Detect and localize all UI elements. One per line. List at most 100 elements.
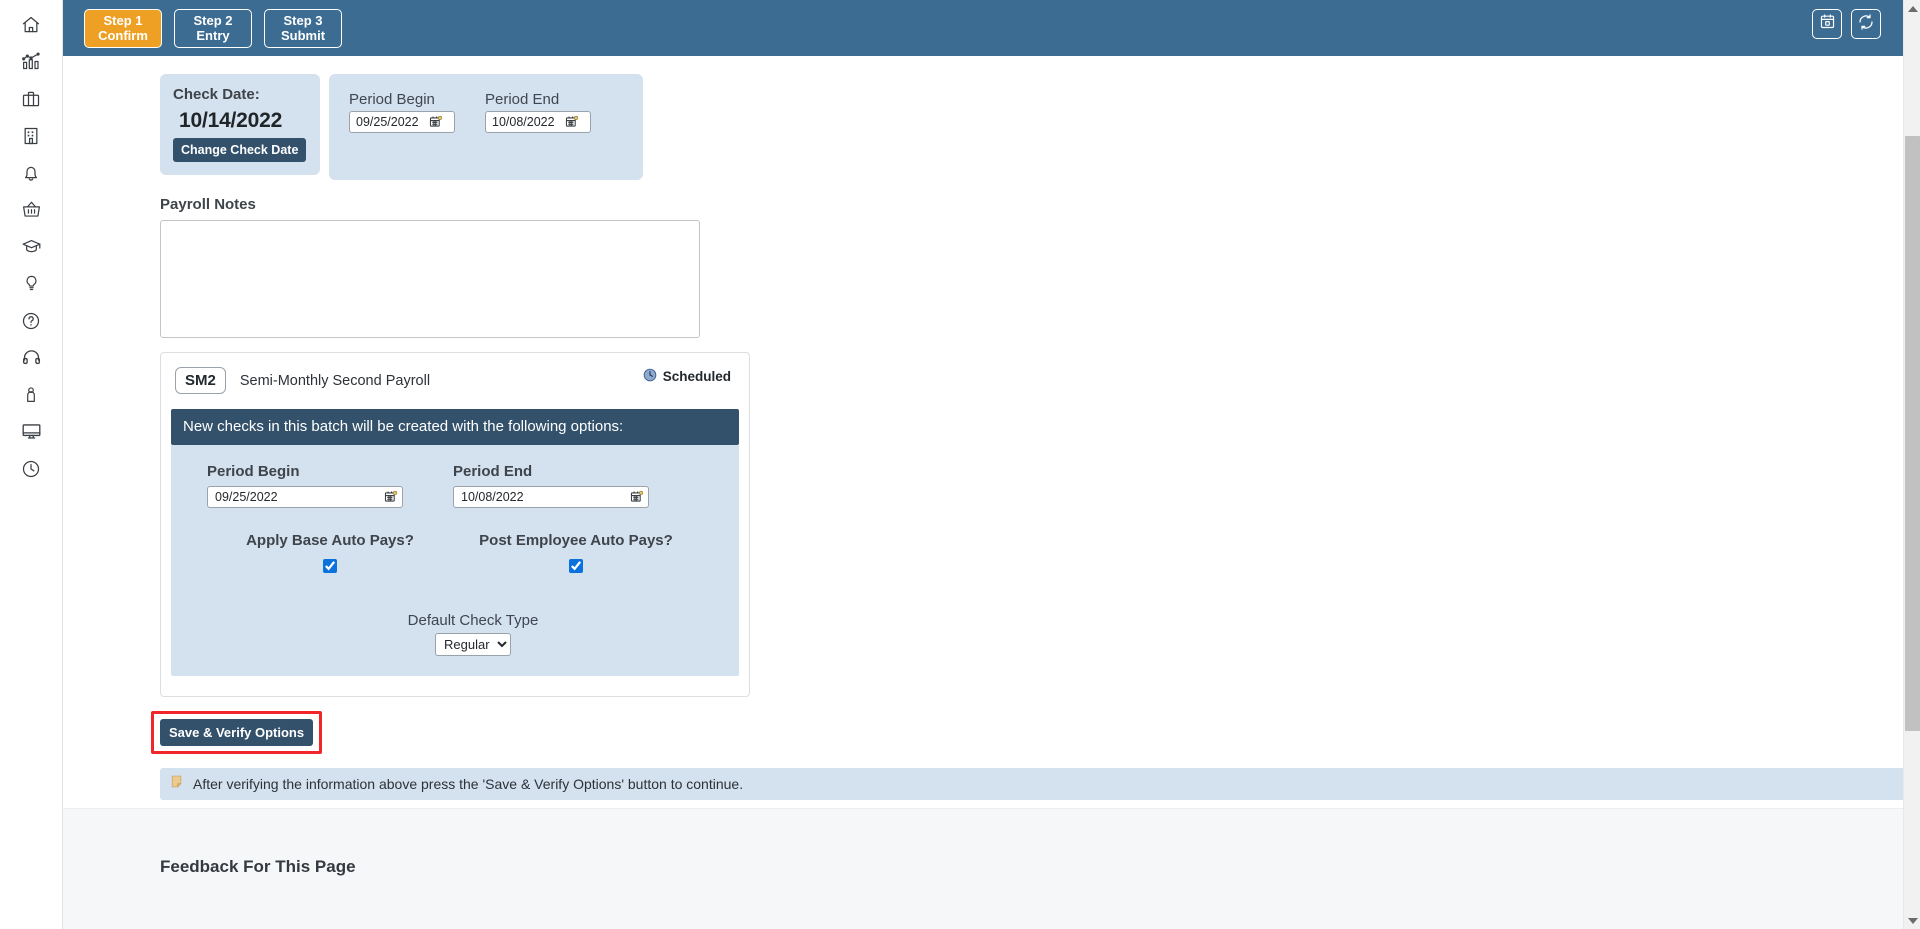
note-icon	[170, 774, 183, 794]
post-employee-autopay-label: Post Employee Auto Pays?	[479, 532, 673, 549]
basket-icon	[21, 199, 42, 220]
batch-period-row: Period Begin 09/25/2022 Period End 10/08…	[171, 463, 739, 508]
refresh-button[interactable]	[1851, 9, 1881, 39]
period-end-input-wrap[interactable]	[485, 111, 591, 133]
sidebar-item-company[interactable]	[0, 117, 63, 154]
main-content: Step 1 Confirm Step 2 Entry Step 3 Submi…	[63, 0, 1903, 929]
batch-period-begin-label: Period Begin	[207, 463, 300, 480]
batch-period-begin-calendar-icon[interactable]	[383, 489, 399, 505]
sidebar-item-desktop[interactable]	[0, 413, 63, 450]
batch-period-end-group: Period End	[453, 463, 699, 508]
tab-step-2-entry[interactable]: Step 2 Entry	[174, 8, 252, 48]
sidebar-item-time[interactable]	[0, 450, 63, 487]
lightbulb-icon	[22, 274, 41, 293]
default-check-type-group: Default Check Type Regular	[171, 612, 739, 656]
sidebar-item-marketplace[interactable]	[0, 191, 63, 228]
batch-code-badge: SM2	[175, 367, 226, 394]
period-begin-label: Period Begin	[349, 91, 435, 108]
step-navigation-bar: Step 1 Confirm Step 2 Entry Step 3 Submi…	[63, 0, 1903, 56]
batch-header: SM2 Semi-Monthly Second Payroll Schedule…	[161, 367, 749, 394]
apply-base-autopay-checkbox[interactable]	[323, 559, 337, 573]
apply-base-autopay-label: Apply Base Auto Pays?	[246, 532, 414, 549]
apply-base-autopay-group: Apply Base Auto Pays?	[207, 532, 453, 578]
default-check-type-select[interactable]: Regular	[435, 633, 511, 656]
clock-icon	[643, 368, 657, 385]
home-icon	[21, 15, 41, 35]
batch-period-begin-input[interactable]	[213, 489, 381, 505]
left-icon-rail	[0, 0, 63, 929]
sidebar-item-help[interactable]	[0, 302, 63, 339]
scrollbar-thumb[interactable]	[1905, 136, 1920, 731]
post-employee-autopay-checkbox[interactable]	[569, 559, 583, 573]
period-begin-input[interactable]	[354, 114, 428, 130]
bell-icon	[21, 163, 41, 183]
payroll-notes-textarea[interactable]	[160, 220, 700, 338]
status-badge-text: Scheduled	[662, 369, 731, 384]
post-employee-autopay-group: Post Employee Auto Pays?	[453, 532, 699, 578]
batch-period-end-input-wrap[interactable]	[453, 486, 649, 508]
period-end-label: Period End	[485, 91, 560, 108]
info-message-bar: After verifying the information above pr…	[160, 768, 1903, 800]
period-end-input[interactable]	[490, 114, 564, 130]
briefcase-icon	[21, 89, 41, 109]
payroll-batch-card: SM2 Semi-Monthly Second Payroll Schedule…	[160, 352, 750, 697]
headset-icon	[21, 347, 42, 368]
change-check-date-button[interactable]: Change Check Date	[173, 138, 307, 162]
step-2-line2: Entry	[196, 28, 230, 43]
calendar-icon	[1819, 13, 1836, 35]
default-check-type-label: Default Check Type	[407, 612, 539, 629]
sidebar-item-profile[interactable]	[0, 376, 63, 413]
chevron-up-icon	[1907, 5, 1918, 12]
calendar-button[interactable]	[1812, 9, 1842, 39]
scroll-down-arrow[interactable]	[1904, 912, 1920, 929]
period-end-calendar-icon[interactable]	[564, 114, 580, 130]
feedback-title: Feedback For This Page	[160, 857, 356, 876]
batch-autopay-row: Apply Base Auto Pays? Post Employee Auto…	[171, 532, 739, 578]
question-circle-icon	[21, 311, 41, 331]
page-scrollbar[interactable]	[1903, 0, 1920, 929]
step-2-line1: Step 2	[193, 13, 233, 28]
step-1-line1: Step 1	[103, 13, 143, 28]
tab-step-3-submit[interactable]: Step 3 Submit	[264, 8, 342, 48]
batch-period-end-label: Period End	[453, 463, 533, 480]
refresh-sync-icon	[1857, 13, 1875, 36]
sidebar-item-learning[interactable]	[0, 228, 63, 265]
batch-options-body: Period Begin 09/25/2022 Period End 10/08…	[171, 445, 739, 676]
analytics-chart-icon	[21, 51, 42, 72]
tab-step-1-confirm[interactable]: Step 1 Confirm	[84, 8, 162, 48]
sidebar-item-ideas[interactable]	[0, 265, 63, 302]
batch-options-header: New checks in this batch will be created…	[171, 409, 739, 445]
check-date-label: Check Date:	[173, 86, 260, 103]
batch-period-end-input[interactable]	[459, 489, 627, 505]
save-verify-options-button[interactable]: Save & Verify Options	[160, 719, 314, 746]
sidebar-item-support[interactable]	[0, 339, 63, 376]
page-body: Check Date: 10/14/2022 Change Check Date…	[63, 56, 1903, 829]
date-panels-row: Check Date: 10/14/2022 Change Check Date…	[63, 56, 1903, 180]
batch-period-begin-group: Period Begin	[207, 463, 453, 508]
monitor-icon	[21, 421, 42, 442]
payroll-notes-label: Payroll Notes	[160, 196, 256, 213]
sidebar-item-briefcase[interactable]	[0, 80, 63, 117]
batch-period-end-calendar-icon[interactable]	[629, 489, 645, 505]
check-date-panel: Check Date: 10/14/2022 Change Check Date	[160, 74, 320, 175]
sidebar-item-home[interactable]	[0, 6, 63, 43]
period-panel: Period Begin 09/25/2022 Period End 10/08…	[329, 74, 643, 180]
period-begin-calendar-icon[interactable]	[428, 114, 444, 130]
period-end-field-group: Period End	[485, 91, 591, 133]
sidebar-item-notifications[interactable]	[0, 154, 63, 191]
step-1-line2: Confirm	[98, 28, 148, 43]
period-begin-field-group: Period Begin	[349, 91, 455, 133]
payroll-notes-section: Payroll Notes	[63, 180, 1903, 338]
save-verify-highlight: Save & Verify Options	[151, 711, 323, 754]
scroll-up-arrow[interactable]	[1904, 0, 1920, 17]
status-badge: Scheduled	[643, 368, 731, 385]
sidebar-item-analytics[interactable]	[0, 43, 63, 80]
batch-period-begin-input-wrap[interactable]	[207, 486, 403, 508]
stepbar-action-icons	[1812, 9, 1881, 39]
person-icon	[22, 385, 40, 405]
info-message-text: After verifying the information above pr…	[193, 776, 744, 792]
clock-icon	[21, 459, 41, 479]
period-begin-input-wrap[interactable]	[349, 111, 455, 133]
step-3-line1: Step 3	[283, 13, 323, 28]
app-root: Step 1 Confirm Step 2 Entry Step 3 Submi…	[0, 0, 1920, 929]
